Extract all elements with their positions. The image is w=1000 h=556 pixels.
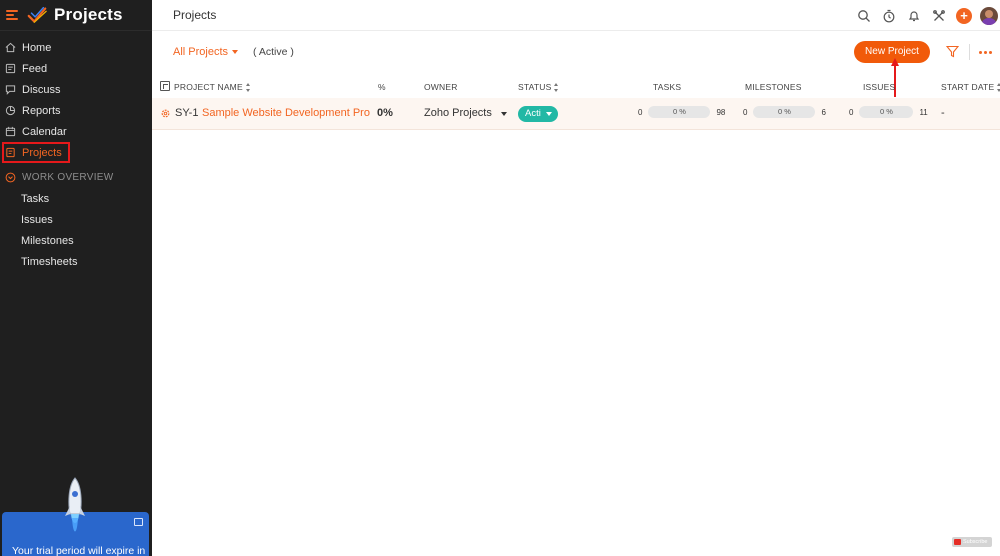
tasks-progress: 0 0 % 98 — [638, 106, 725, 118]
column-settings-icon[interactable] — [160, 81, 170, 91]
sort-icon — [245, 82, 251, 92]
projects-toolbar: All Projects ( Active ) New Project — [152, 31, 1000, 73]
tasks-open-count: 0 — [638, 107, 643, 117]
bell-icon[interactable] — [906, 8, 922, 24]
more-options-icon[interactable] — [979, 51, 994, 54]
reports-icon — [5, 105, 16, 116]
feed-icon — [5, 63, 16, 74]
filter-label: All Projects — [173, 46, 229, 58]
chevron-down-icon — [546, 112, 552, 116]
issues-progress-bar: 0 % — [859, 106, 914, 118]
avatar[interactable] — [980, 6, 998, 25]
owner-dropdown-icon[interactable] — [501, 112, 507, 116]
issues-open-count: 0 — [849, 107, 854, 117]
filter-funnel-icon[interactable] — [946, 45, 959, 58]
page-title: Projects — [173, 8, 217, 22]
tools-icon[interactable] — [931, 8, 947, 24]
minimize-icon[interactable] — [134, 518, 143, 526]
menu-icon[interactable] — [6, 10, 18, 20]
col-tasks[interactable]: TASKS — [653, 82, 681, 92]
work-overview-list: Tasks Issues Milestones Timesheets — [0, 188, 152, 272]
subscribe-badge: Subscribe — [952, 537, 992, 547]
table-header: PROJECT NAME % OWNER STATUS TASKS MILEST… — [152, 76, 1000, 98]
status-label: Acti — [525, 108, 541, 119]
sort-icon — [554, 82, 559, 92]
sidebar-item-label: Feed — [22, 62, 48, 75]
tasks-progress-bar: 0 % — [648, 106, 711, 118]
tasks-closed-count: 98 — [716, 107, 726, 117]
calendar-icon — [5, 126, 16, 137]
home-icon — [5, 42, 16, 53]
sidebar-nav: Home Feed Discuss Reports Calendar Proje… — [0, 37, 152, 163]
sidebar-item-projects[interactable]: Projects — [0, 142, 152, 163]
milestones-progress: 0 0 % 6 — [743, 106, 826, 118]
sidebar-item-issues[interactable]: Issues — [0, 209, 152, 230]
quick-add-icon[interactable]: + — [956, 7, 972, 24]
active-filter-tag: ( Active ) — [253, 46, 294, 58]
milestones-open-count: 0 — [743, 107, 748, 117]
milestones-closed-count: 6 — [821, 107, 826, 117]
sidebar-item-label: Reports — [22, 104, 61, 117]
sidebar-item-reports[interactable]: Reports — [0, 100, 152, 121]
sidebar-item-discuss[interactable]: Discuss — [0, 79, 152, 100]
app-title: Projects — [54, 5, 123, 24]
milestones-progress-bar: 0 % — [753, 106, 816, 118]
project-name-link[interactable]: Sample Website Development Pro — [202, 107, 370, 119]
sidebar-item-timesheets[interactable]: Timesheets — [0, 251, 152, 272]
sidebar-item-label: Discuss — [22, 83, 61, 96]
project-id: SY-1 — [175, 107, 199, 119]
chevron-down-icon — [232, 50, 239, 54]
col-status[interactable]: STATUS — [518, 82, 559, 92]
search-icon[interactable] — [856, 8, 872, 24]
trial-message: Your trial period will expire in — [12, 545, 146, 556]
col-milestones[interactable]: MILESTONES — [745, 82, 802, 92]
zoho-projects-logo-icon — [27, 6, 47, 23]
section-label: WORK OVERVIEW — [22, 171, 114, 183]
brand-bar: Projects — [0, 0, 152, 31]
status-badge[interactable]: Acti — [518, 106, 558, 122]
discuss-icon — [5, 84, 16, 95]
col-issues[interactable]: ISSUES — [863, 82, 895, 92]
col-owner[interactable]: OWNER — [424, 82, 458, 92]
issues-progress: 0 0 % 11 — [849, 106, 928, 118]
project-percent: 0% — [377, 107, 393, 119]
main-content: Projects + All Projects ( Active ) New P… — [152, 0, 1000, 556]
sidebar-item-label: Calendar — [22, 125, 67, 138]
issues-closed-count: 11 — [919, 107, 928, 117]
sidebar-item-feed[interactable]: Feed — [0, 58, 152, 79]
collapse-circle-icon — [5, 172, 16, 182]
rocket-icon — [65, 477, 85, 532]
table-row[interactable]: SY-1 Sample Website Development Pro 0% Z… — [152, 98, 1000, 130]
sidebar-item-label: Projects — [22, 146, 62, 159]
gear-icon[interactable] — [160, 108, 171, 119]
col-start-date[interactable]: START DATE — [941, 82, 1000, 92]
col-project-name[interactable]: PROJECT NAME — [174, 82, 251, 92]
divider — [969, 44, 970, 60]
sidebar-item-calendar[interactable]: Calendar — [0, 121, 152, 142]
sidebar: Projects Home Feed Discuss Reports Calen… — [0, 0, 152, 556]
sidebar-item-label: Home — [22, 41, 52, 54]
projects-icon — [5, 147, 16, 158]
sidebar-item-milestones[interactable]: Milestones — [0, 230, 152, 251]
top-bar: Projects + — [152, 0, 1000, 31]
work-overview-section[interactable]: WORK OVERVIEW — [0, 166, 152, 188]
col-percent[interactable]: % — [378, 82, 386, 92]
timer-icon[interactable] — [881, 8, 897, 24]
sidebar-item-home[interactable]: Home — [0, 37, 152, 58]
all-projects-dropdown[interactable]: All Projects — [173, 46, 239, 58]
top-actions: + — [847, 0, 1000, 31]
start-date: - — [941, 107, 945, 119]
sidebar-item-tasks[interactable]: Tasks — [0, 188, 152, 209]
project-owner[interactable]: Zoho Projects — [424, 107, 492, 119]
